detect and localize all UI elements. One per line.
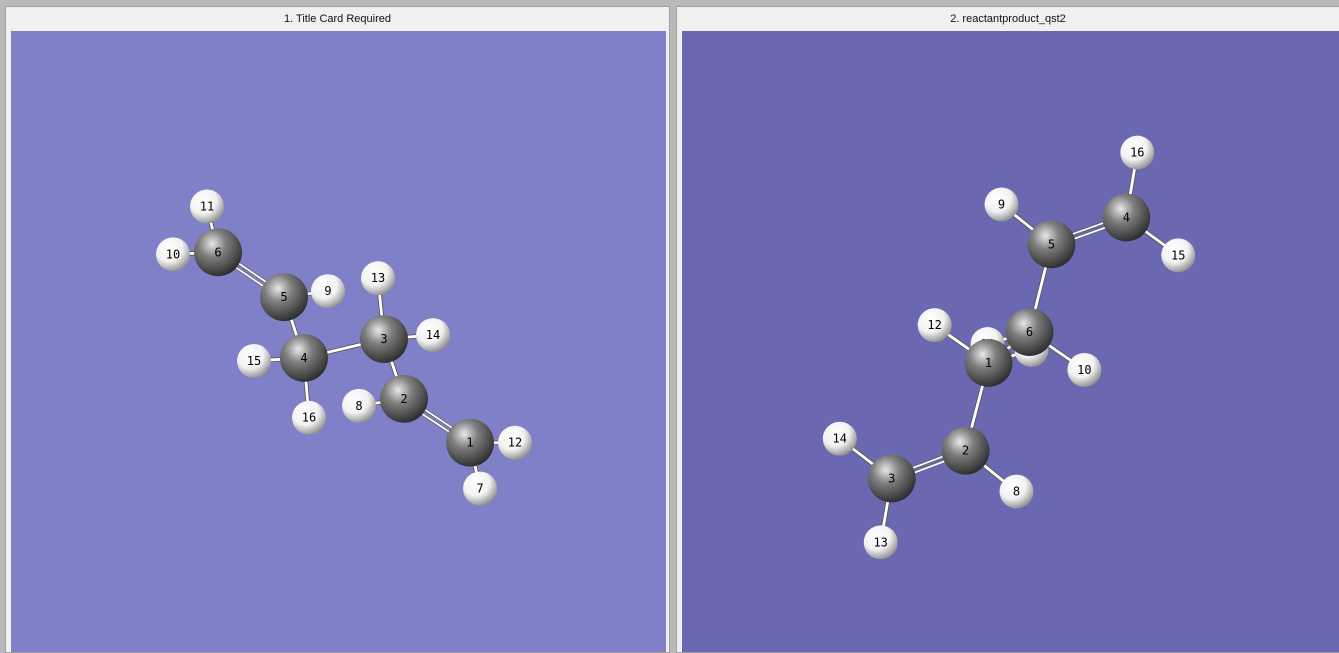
molecule-canvas[interactable]: 78910111213141516123456 [682, 31, 1339, 652]
atom-13[interactable]: 13 [361, 261, 395, 296]
atom-12[interactable]: 12 [917, 308, 952, 342]
atom-label: 5 [1048, 237, 1055, 251]
atom-label: 3 [380, 332, 387, 346]
atom-label: 3 [888, 472, 895, 486]
window-title: 2. reactantproduct_qst2 [950, 13, 1066, 25]
atom-13[interactable]: 13 [863, 525, 898, 560]
atom-6[interactable]: 6 [1005, 308, 1054, 356]
atom-label: 14 [833, 432, 847, 446]
atom-label: 6 [214, 245, 221, 259]
atom-6[interactable]: 6 [194, 228, 242, 277]
atom-14[interactable]: 14 [822, 421, 857, 456]
atom-9[interactable]: 9 [311, 274, 345, 309]
molecule-viewport[interactable]: 78910111213141516123456 [11, 31, 666, 652]
atom-label: 13 [873, 535, 887, 549]
atom-8[interactable]: 8 [342, 388, 376, 423]
atom-label: 12 [927, 318, 941, 332]
atom-14[interactable]: 14 [416, 318, 450, 352]
atom-2[interactable]: 2 [941, 426, 990, 475]
atom-label: 1 [985, 356, 992, 370]
atom-16[interactable]: 16 [1120, 135, 1155, 170]
molecule-canvas[interactable]: 78910111213141516123456 [11, 31, 666, 652]
atom-7[interactable]: 7 [463, 471, 497, 506]
atom-label: 8 [355, 399, 362, 413]
atom-label: 14 [426, 328, 440, 342]
atom-15[interactable]: 15 [237, 343, 271, 378]
atom-label: 11 [200, 199, 214, 213]
atom-label: 16 [1130, 146, 1144, 160]
atom-10[interactable]: 10 [156, 237, 190, 272]
atom-label: 10 [166, 247, 180, 261]
molecule-window-1[interactable]: 1. Title Card Required 7 8 9 10 11 12 13 14 15 16… [5, 6, 670, 653]
atom-10[interactable]: 10 [1067, 352, 1102, 387]
molecule-viewport[interactable]: 78910111213141516123456 [682, 31, 1339, 652]
atom-3[interactable]: 3 [360, 315, 408, 363]
atom-label: 7 [476, 482, 483, 496]
viewport-background [11, 31, 666, 652]
atom-label: 2 [962, 444, 969, 458]
atom-15[interactable]: 15 [1161, 238, 1196, 273]
atom-12[interactable]: 12 [498, 425, 532, 460]
atom-label: 10 [1077, 363, 1091, 377]
atom-1[interactable]: 1 [964, 339, 1013, 387]
atom-2[interactable]: 2 [380, 374, 428, 423]
atom-label: 4 [1123, 210, 1130, 224]
atom-4[interactable]: 4 [280, 334, 328, 382]
atom-label: 4 [300, 351, 307, 365]
atom-label: 16 [302, 411, 316, 425]
atom-label: 15 [247, 354, 261, 368]
atom-label: 1 [466, 436, 473, 450]
atom-16[interactable]: 16 [292, 400, 326, 435]
atom-label: 9 [324, 284, 331, 298]
atom-label: 2 [400, 392, 407, 406]
atom-label: 5 [280, 290, 287, 304]
molecule-window-2[interactable]: 2. reactantproduct_qst2 7891011121314151… [676, 6, 1339, 653]
atom-label: 15 [1171, 248, 1185, 262]
atom-label: 12 [508, 436, 522, 450]
atom-1[interactable]: 1 [446, 418, 494, 467]
atom-8[interactable]: 8 [999, 474, 1034, 509]
atom-label: 9 [998, 197, 1005, 211]
atom-5[interactable]: 5 [1027, 220, 1076, 269]
atom-9[interactable]: 9 [984, 187, 1019, 222]
atom-label: 13 [371, 271, 385, 285]
atom-5[interactable]: 5 [260, 273, 308, 322]
atom-3[interactable]: 3 [867, 454, 916, 503]
atom-label: 6 [1026, 325, 1033, 339]
atom-label: 8 [1013, 485, 1020, 499]
atom-11[interactable]: 11 [190, 189, 224, 224]
atom-4[interactable]: 4 [1102, 193, 1151, 242]
window-title: 1. Title Card Required [284, 13, 391, 25]
